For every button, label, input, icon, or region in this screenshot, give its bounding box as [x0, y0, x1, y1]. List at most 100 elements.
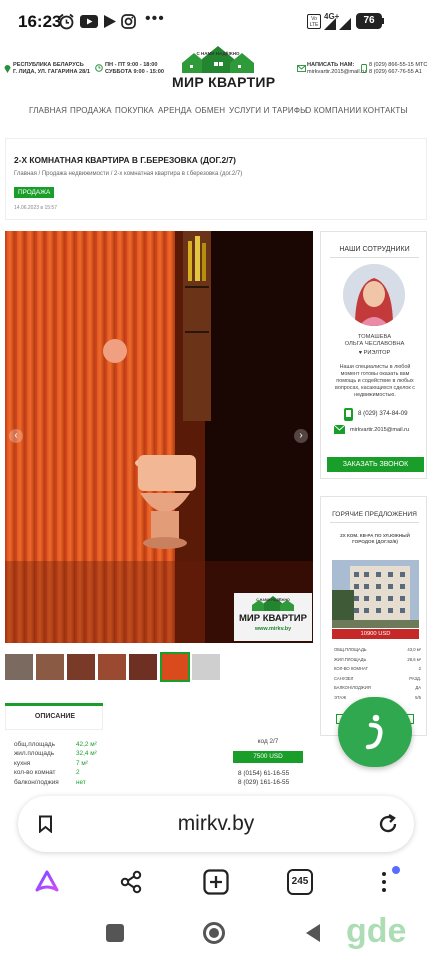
nav-item-home[interactable]: ГЛАВНАЯ [29, 106, 67, 115]
browser-address-bar[interactable]: mirkv.by [18, 796, 414, 852]
battery-icon: 76 [356, 13, 382, 29]
nav-item-rent[interactable]: АРЕНДА [158, 106, 192, 115]
listing-title: 2-Х КОМНАТНАЯ КВАРТИРА В Г.БЕРЕЗОВКА (ДО… [14, 155, 236, 165]
thumbnail-strip [5, 652, 220, 682]
back-triangle-icon[interactable] [304, 923, 322, 943]
staff-email[interactable]: mirkvartir.2015@mail.ru [350, 427, 409, 433]
home-circle-icon[interactable] [203, 922, 225, 944]
mobile-phone-icon [344, 408, 353, 421]
header-address: РЕСПУБЛИКА БЕЛАРУСЬ Г. ЛИДА, УЛ. ГАГАРИН… [13, 62, 90, 75]
thumbnail[interactable] [36, 654, 64, 680]
hot-item-photo[interactable] [332, 560, 419, 628]
bathroom-photo [5, 231, 313, 643]
header-hours: ПН - ПТ 9:00 - 18:00 СУББОТА 9:00 - 15:0… [105, 62, 164, 75]
nav-item-sale[interactable]: ПРОДАЖА [70, 106, 112, 115]
nav-item-contacts[interactable]: КОНТАКТЫ [363, 106, 408, 115]
description-values: 42,2 м² 32,4 м² 7 м² 2 нет [76, 740, 116, 787]
volte-icon: Vo LTE [307, 14, 321, 29]
staff-card: НАШИ СОТРУДНИКИ ТОМАШЕВА ОЛЬГА ЧЕСЛАВОВН… [320, 231, 427, 479]
thumbnail-selected[interactable] [160, 652, 190, 682]
listing-code: код 2/7 [257, 738, 279, 745]
listing-phones[interactable]: 8 (0154) 61-16-55 8 (029) 161-16-55 [238, 769, 289, 787]
nav-item-buy[interactable]: ПОКУПКА [115, 106, 154, 115]
instagram-icon [121, 14, 136, 29]
desc-value: нет [76, 778, 86, 786]
alarm-icon [59, 13, 74, 30]
nav-item-exchange[interactable]: ОБМЕН [195, 106, 225, 115]
site-header: РЕСПУБЛИКА БЕЛАРУСЬ Г. ЛИДА, УЛ. ГАГАРИН… [0, 44, 432, 96]
hot-heading: ГОРЯЧИЕ ПРЕДЛОЖЕНИЯ [332, 511, 417, 518]
order-call-button[interactable]: ЗАКАЗАТЬ ЗВОНОК [327, 457, 424, 472]
staff-phone[interactable]: 8 (029) 374-84-09 [358, 410, 408, 417]
browser-menu-icon[interactable] [381, 868, 387, 896]
price-tag: 7500 USD [233, 751, 303, 763]
hot-price: 10900 USD [332, 629, 419, 639]
watermark-slogan: С НАМИ НАДЁЖНО [256, 598, 290, 602]
chat-bubble-icon [365, 714, 383, 750]
description-tab[interactable]: ОПИСАНИЕ [5, 706, 103, 730]
main-nav: ГЛАВНАЯ ПРОДАЖА ПОКУПКА АРЕНДА ОБМЕН УСЛ… [0, 98, 432, 122]
status-bar: 16:23 ••• Vo LTE 4G+ 76 [0, 0, 432, 44]
chat-fab-button[interactable] [338, 697, 412, 767]
logo-title: МИР КВАРТИР [172, 74, 276, 90]
browser-url[interactable]: mirkv.by [18, 812, 414, 836]
play-icon [104, 15, 116, 28]
avatar-portrait-icon [343, 264, 405, 326]
staff-about: Наши специалисты в любой момент готовы о… [335, 364, 415, 398]
notification-dot [392, 866, 400, 874]
building-photo [332, 560, 419, 628]
thumbnail[interactable] [192, 654, 220, 680]
hot-item-title[interactable]: 2Х КОМ. КВ-РА ПО УЛ.ЮЖНЫЙ ГОРОДОК (ДОГ.5… [335, 533, 415, 545]
desc-value: 2 [76, 769, 80, 777]
phone-icon [361, 64, 367, 73]
battery-tip [382, 18, 384, 24]
share-icon[interactable] [119, 870, 143, 894]
listing-date: 14.06.2023 в 15:57 [14, 205, 57, 211]
avatar [343, 264, 405, 326]
mail-icon [297, 65, 306, 72]
alice-assistant-icon[interactable] [34, 869, 60, 893]
thumbnail[interactable] [98, 654, 126, 680]
recent-apps-icon[interactable] [106, 924, 124, 942]
watermark-url: www.mirkv.by [254, 626, 292, 632]
more-icon: ••• [145, 10, 165, 27]
tabs-counter-icon[interactable]: 245 [287, 869, 313, 895]
staff-divider [330, 257, 419, 258]
youtube-icon [80, 15, 98, 28]
new-tab-plus-icon[interactable] [203, 869, 229, 895]
header-phones[interactable]: 8 (029) 866-55-15 МТС 8 (029) 667-76-55 … [369, 62, 431, 76]
nav-item-services[interactable]: УСЛУГИ И ТАРИФЫ [229, 106, 307, 115]
staff-heading: НАШИ СОТРУДНИКИ [339, 246, 410, 253]
desc-value: 32,4 м² [76, 750, 97, 758]
staff-name: ТОМАШЕВА ОЛЬГА ЧЕСЛАВОВНА [344, 334, 405, 347]
listing-photo[interactable]: ‹ › С НАМИ НАДЁЖНО МИР КВАРТИР www.mirkv… [5, 231, 313, 643]
thumbnail[interactable] [5, 654, 33, 680]
logo-houses-icon [182, 46, 254, 73]
clock-icon [95, 64, 103, 72]
envelope-icon [334, 425, 345, 434]
watermark-title: МИР КВАРТИР [239, 613, 307, 624]
nav-item-about[interactable]: О КОМПАНИИ [305, 106, 361, 115]
logo-slogan: С НАМИ НАДЁЖНО [196, 51, 240, 56]
thumbnail[interactable] [129, 654, 157, 680]
thumbnail[interactable] [67, 654, 95, 680]
status-time: 16:23 [18, 12, 62, 31]
desc-value: 7 м² [76, 759, 88, 767]
breadcrumb[interactable]: Главная / Продажа недвижимости / 2-х ком… [14, 171, 242, 177]
next-photo-arrow-icon[interactable]: › [294, 429, 308, 443]
header-email[interactable]: НАПИСАТЬ НАМ: mirkvartir.2015@mail.ru [307, 62, 367, 76]
system-nav-bar: gde [0, 904, 432, 960]
staff-role: ♥ РИЭЛТОР [358, 350, 391, 356]
status-badge: ПРОДАЖА [14, 187, 55, 198]
hot-values: 43,0 м² 28,6 м² 2 РАЗД. ДА 5/5 [407, 647, 421, 700]
photo-watermark: С НАМИ НАДЁЖНО МИР КВАРТИР www.mirkv.by [234, 593, 312, 641]
browser-toolbar: 245 [0, 858, 432, 904]
desc-value: 42,2 м² [76, 741, 97, 748]
prev-photo-arrow-icon[interactable]: ‹ [9, 429, 23, 443]
signal-icon [324, 18, 351, 30]
reload-icon[interactable] [377, 813, 399, 835]
listing-title-card: 2-Х КОМНАТНАЯ КВАРТИРА В Г.БЕРЕЗОВКА (ДО… [5, 138, 427, 220]
gde-watermark-logo: gde [346, 912, 407, 950]
location-pin-icon [4, 65, 11, 73]
hot-divider [330, 522, 419, 523]
